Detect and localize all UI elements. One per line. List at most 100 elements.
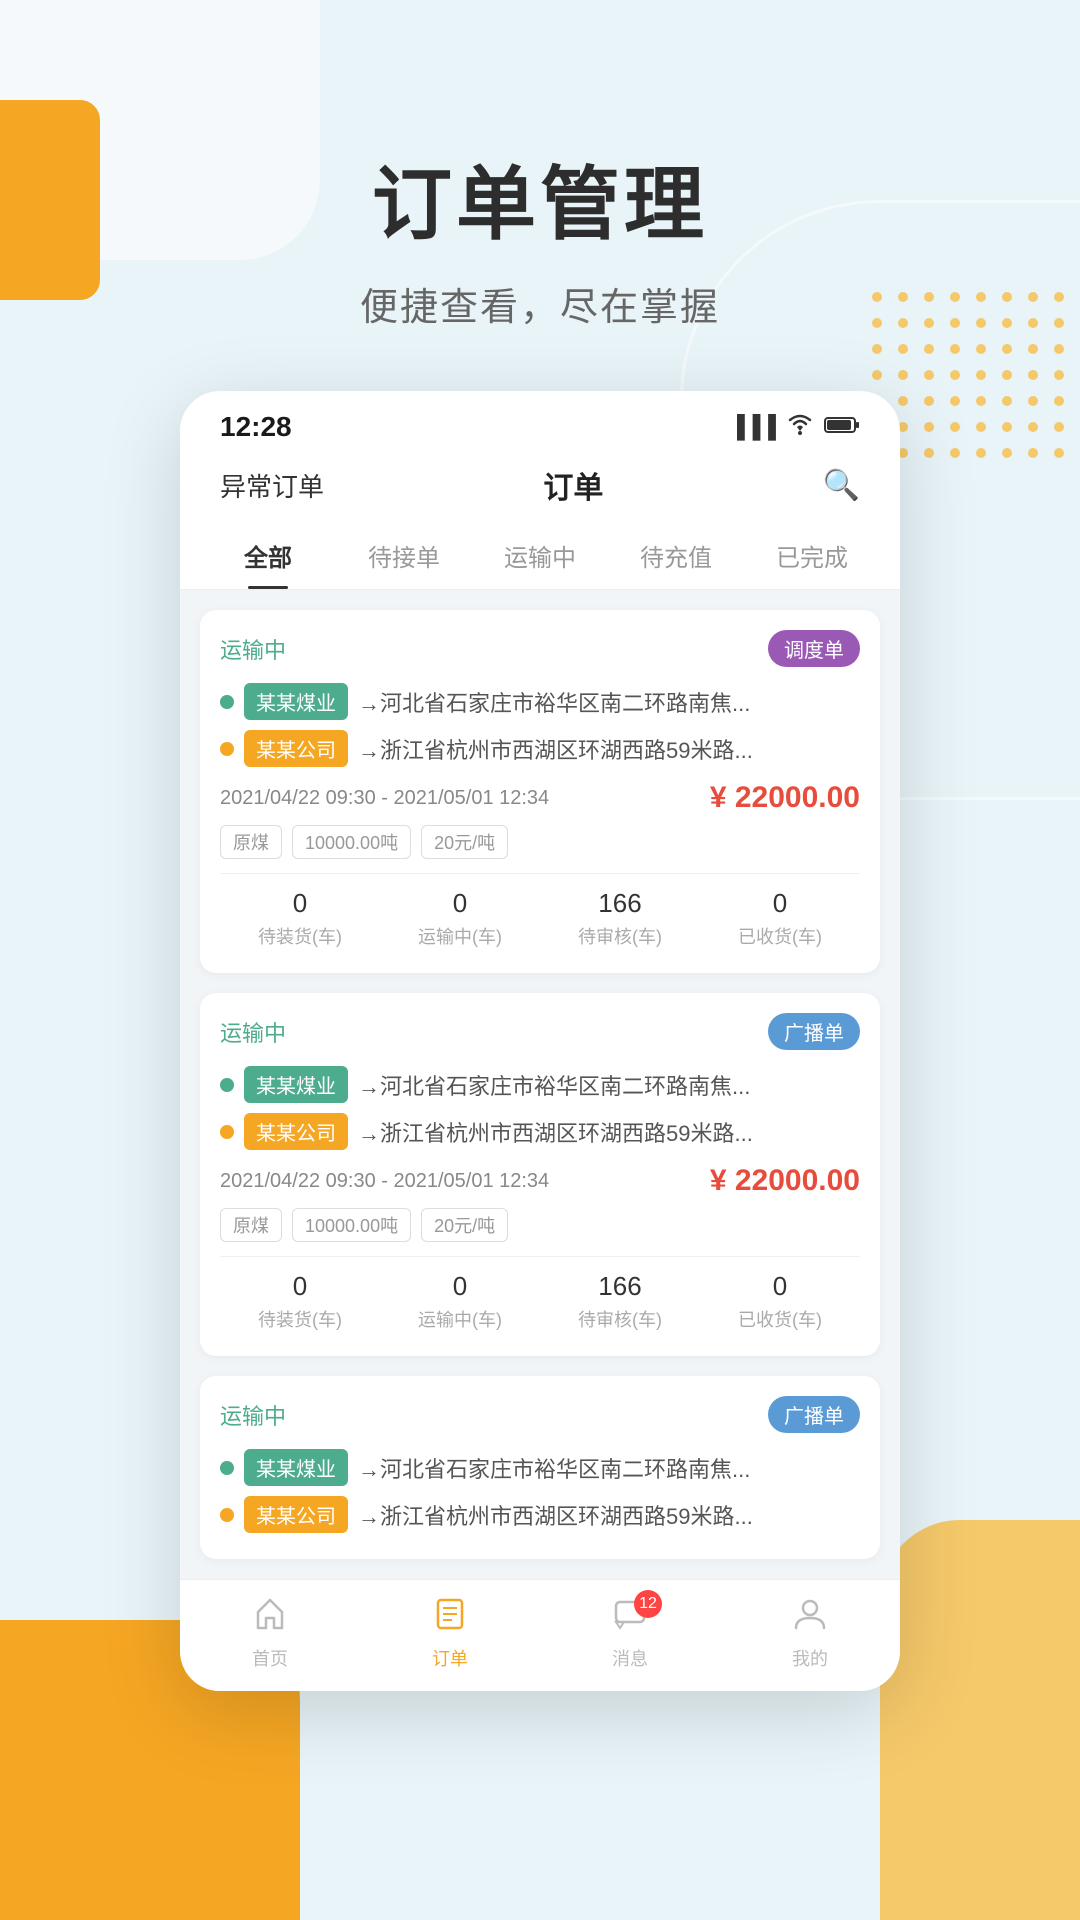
stat-in-transit: 0 运输中(车) xyxy=(418,888,502,949)
status-bar: 12:28 ▐▐▐ xyxy=(180,391,900,453)
route-text-1: →河北省石家庄市裕华区南二环路南焦... xyxy=(358,1069,860,1101)
tabs-bar: 全部 待接单 运输中 待充值 已完成 xyxy=(180,522,900,590)
stat-label: 已收货(车) xyxy=(738,1306,822,1332)
stat-in-transit: 0 运输中(车) xyxy=(418,1271,502,1332)
stat-label: 待装货(车) xyxy=(258,1306,342,1332)
tab-all[interactable]: 全部 xyxy=(200,522,336,589)
status-icons: ▐▐▐ xyxy=(729,413,860,441)
battery-icon xyxy=(824,414,860,440)
stat-num: 166 xyxy=(578,1271,662,1302)
route-row-2: 某某公司 →浙江省杭州市西湖区环湖西路59米路... xyxy=(220,1113,860,1150)
company-tag-1: 某某煤业 xyxy=(244,1066,348,1103)
stat-label: 运输中(车) xyxy=(418,1306,502,1332)
card-header: 运输中 广播单 xyxy=(220,1396,860,1433)
stat-num: 166 xyxy=(578,888,662,919)
card-header: 运输中 调度单 xyxy=(220,630,860,667)
stat-num: 0 xyxy=(418,888,502,919)
stat-label: 已收货(车) xyxy=(738,923,822,949)
route-row-1: 某某煤业 →河北省石家庄市裕华区南二环路南焦... xyxy=(220,1066,860,1103)
stat-num: 0 xyxy=(258,1271,342,1302)
info-tag-price-unit: 20元/吨 xyxy=(421,1208,508,1242)
order-date: 2021/04/22 09:30 - 2021/05/01 12:34 xyxy=(220,787,549,810)
info-tag-coal: 原煤 xyxy=(220,1208,282,1242)
stat-num: 0 xyxy=(738,888,822,919)
order-date: 2021/04/22 09:30 - 2021/05/01 12:34 xyxy=(220,1170,549,1193)
status-time: 12:28 xyxy=(220,411,292,443)
date-price-row: 2021/04/22 09:30 - 2021/05/01 12:34 ¥ 22… xyxy=(220,1164,860,1198)
order-badge: 调度单 xyxy=(768,630,860,667)
info-tag-price-unit: 20元/吨 xyxy=(421,825,508,859)
nav-label-home: 首页 xyxy=(252,1645,288,1671)
stat-label: 运输中(车) xyxy=(418,923,502,949)
dot-orange xyxy=(220,1508,234,1522)
order-status: 运输中 xyxy=(220,633,286,665)
dot-green xyxy=(220,1078,234,1092)
message-badge: 12 xyxy=(634,1590,662,1618)
info-tag-coal: 原煤 xyxy=(220,825,282,859)
info-tags-row: 原煤 10000.00吨 20元/吨 xyxy=(220,825,860,859)
stat-received: 0 已收货(车) xyxy=(738,1271,822,1332)
bottom-nav: 首页 订单 12 xyxy=(180,1579,900,1691)
date-price-row: 2021/04/22 09:30 - 2021/05/01 12:34 ¥ 22… xyxy=(220,781,860,815)
order-card[interactable]: 运输中 广播单 某某煤业 →河北省石家庄市裕华区南二环路南焦... 某某公司 →… xyxy=(200,1376,880,1559)
tab-recharge[interactable]: 待充值 xyxy=(608,522,744,589)
nav-label-profile: 我的 xyxy=(792,1645,828,1671)
nav-item-home[interactable]: 首页 xyxy=(252,1596,288,1671)
nav-item-messages[interactable]: 12 消息 xyxy=(612,1596,648,1671)
order-card[interactable]: 运输中 广播单 某某煤业 →河北省石家庄市裕华区南二环路南焦... 某某公司 →… xyxy=(200,993,880,1356)
company-tag-2: 某某公司 xyxy=(244,1496,348,1533)
route-text-1: →河北省石家庄市裕华区南二环路南焦... xyxy=(358,1452,860,1484)
info-tags-row: 原煤 10000.00吨 20元/吨 xyxy=(220,1208,860,1242)
stat-received: 0 已收货(车) xyxy=(738,888,822,949)
tab-pending[interactable]: 待接单 xyxy=(336,522,472,589)
stat-waiting-load: 0 待装货(车) xyxy=(258,888,342,949)
company-tag-1: 某某煤业 xyxy=(244,683,348,720)
company-tag-2: 某某公司 xyxy=(244,730,348,767)
order-badge: 广播单 xyxy=(768,1013,860,1050)
stat-label: 待审核(车) xyxy=(578,923,662,949)
route-text-2: →浙江省杭州市西湖区环湖西路59米路... xyxy=(358,1499,860,1531)
nav-item-profile[interactable]: 我的 xyxy=(792,1596,828,1671)
home-icon xyxy=(252,1596,288,1641)
info-tag-weight: 10000.00吨 xyxy=(292,825,411,859)
route-row-1: 某某煤业 →河北省石家庄市裕华区南二环路南焦... xyxy=(220,683,860,720)
stat-num: 0 xyxy=(738,1271,822,1302)
stats-row: 0 待装货(车) 0 运输中(车) 166 待审核(车) 0 已收货(车) xyxy=(220,1256,860,1336)
route-row-2: 某某公司 →浙江省杭州市西湖区环湖西路59米路... xyxy=(220,1496,860,1533)
dot-orange xyxy=(220,742,234,756)
page-subtitle: 便捷查看，尽在掌握 xyxy=(0,276,1080,331)
route-text-2: →浙江省杭州市西湖区环湖西路59米路... xyxy=(358,733,860,765)
phone-mockup: 12:28 ▐▐▐ 异常订单 订单 🔍 xyxy=(180,391,900,1691)
order-price: ¥ 22000.00 xyxy=(710,1164,860,1198)
dot-orange xyxy=(220,1125,234,1139)
tab-transit[interactable]: 运输中 xyxy=(472,522,608,589)
stat-waiting-load: 0 待装货(车) xyxy=(258,1271,342,1332)
order-card[interactable]: 运输中 调度单 某某煤业 →河北省石家庄市裕华区南二环路南焦... 某某公司 →… xyxy=(200,610,880,973)
route-row-2: 某某公司 →浙江省杭州市西湖区环湖西路59米路... xyxy=(220,730,860,767)
wifi-icon xyxy=(786,413,814,441)
search-icon[interactable]: 🔍 xyxy=(823,468,860,503)
company-tag-2: 某某公司 xyxy=(244,1113,348,1150)
stat-pending-review: 166 待审核(车) xyxy=(578,888,662,949)
nav-bar: 异常订单 订单 🔍 xyxy=(180,453,900,522)
dot-green xyxy=(220,695,234,709)
stat-label: 待审核(车) xyxy=(578,1306,662,1332)
order-status: 运输中 xyxy=(220,1016,286,1048)
profile-icon xyxy=(792,1596,828,1641)
order-badge: 广播单 xyxy=(768,1396,860,1433)
nav-left-label[interactable]: 异常订单 xyxy=(220,467,324,504)
orders-icon xyxy=(432,1596,468,1641)
page-header: 订单管理 便捷查看，尽在掌握 xyxy=(0,0,1080,331)
stat-num: 0 xyxy=(258,888,342,919)
orders-list: 运输中 调度单 某某煤业 →河北省石家庄市裕华区南二环路南焦... 某某公司 →… xyxy=(180,590,900,1579)
tab-done[interactable]: 已完成 xyxy=(744,522,880,589)
info-tag-weight: 10000.00吨 xyxy=(292,1208,411,1242)
card-header: 运输中 广播单 xyxy=(220,1013,860,1050)
signal-icon: ▐▐▐ xyxy=(729,414,776,440)
nav-label-orders: 订单 xyxy=(432,1645,468,1671)
nav-item-orders[interactable]: 订单 xyxy=(432,1596,468,1671)
stats-row: 0 待装货(车) 0 运输中(车) 166 待审核(车) 0 已收货(车) xyxy=(220,873,860,953)
order-status: 运输中 xyxy=(220,1399,286,1431)
company-tag-1: 某某煤业 xyxy=(244,1449,348,1486)
route-text-2: →浙江省杭州市西湖区环湖西路59米路... xyxy=(358,1116,860,1148)
